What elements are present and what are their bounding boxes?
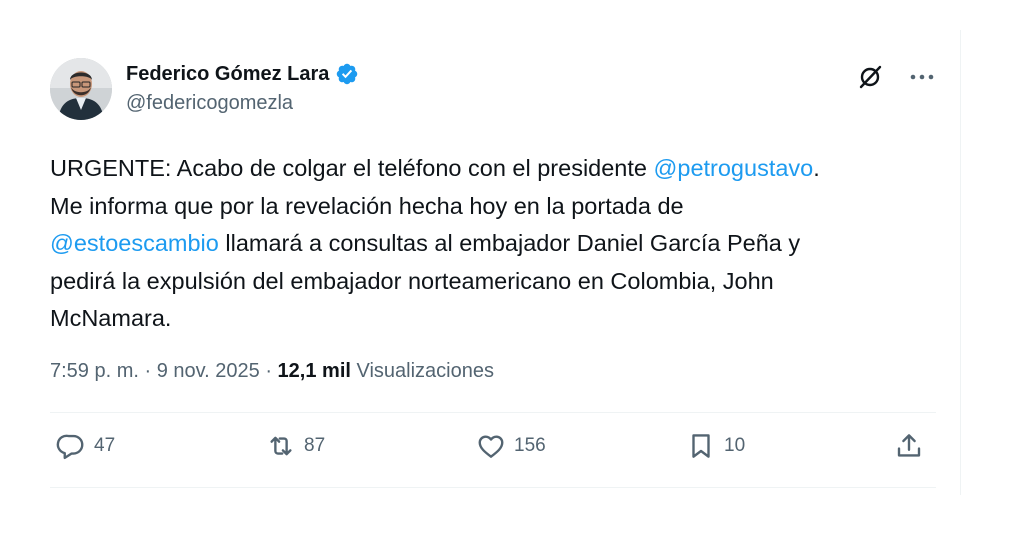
reply-button[interactable]: 47 <box>56 431 115 461</box>
tweet-date[interactable]: 9 nov. 2025 <box>157 360 260 382</box>
divider-bottom <box>50 487 936 488</box>
meta-separator: · <box>138 360 157 382</box>
author-names: Federico Gómez Lara @federicogomezla <box>126 61 359 117</box>
tweet-time[interactable]: 7:59 p. m. <box>50 360 139 382</box>
tweet-actions: 47 87 156 10 <box>50 431 936 471</box>
mention-link[interactable]: @petrogustavo <box>654 155 814 181</box>
tweet-meta: 7:59 p. m. · 9 nov. 2025 · 12,1 mil Visu… <box>50 356 494 386</box>
mention-link[interactable]: @estoescambio <box>50 230 219 256</box>
bookmark-button[interactable]: 10 <box>686 431 745 461</box>
tweet-header: Federico Gómez Lara @federicogomezla <box>50 55 936 125</box>
avatar[interactable] <box>50 58 112 120</box>
repost-button[interactable]: 87 <box>266 431 325 461</box>
like-button[interactable]: 156 <box>476 431 546 461</box>
more-icon[interactable] <box>908 63 936 91</box>
timeline-border <box>960 30 961 495</box>
author-display-name[interactable]: Federico Gómez Lara <box>126 61 329 87</box>
divider-top <box>50 412 936 413</box>
tweet-top-actions <box>856 63 936 91</box>
views-count: 12,1 mil <box>277 360 351 382</box>
share-button[interactable] <box>894 431 924 461</box>
tweet: Federico Gómez Lara @federicogomezla URG… <box>50 55 936 488</box>
author-handle[interactable]: @federicogomezla <box>126 89 359 117</box>
views-label: Visualizaciones <box>350 360 494 382</box>
reply-icon <box>56 434 84 460</box>
repost-icon <box>270 436 292 456</box>
repost-count: 87 <box>304 435 326 456</box>
share-icon <box>897 434 921 457</box>
tweet-text-segment: URGENTE: Acabo de colgar el teléfono con… <box>50 155 654 181</box>
grok-icon[interactable] <box>856 63 884 91</box>
like-icon <box>478 435 504 458</box>
verified-badge-icon[interactable] <box>335 62 359 86</box>
reply-count: 47 <box>94 435 116 456</box>
like-count: 156 <box>514 435 546 456</box>
bookmark-icon <box>692 434 710 458</box>
meta-separator: · <box>259 360 278 382</box>
bookmark-count: 10 <box>724 435 746 456</box>
tweet-text: URGENTE: Acabo de colgar el teléfono con… <box>50 150 936 338</box>
